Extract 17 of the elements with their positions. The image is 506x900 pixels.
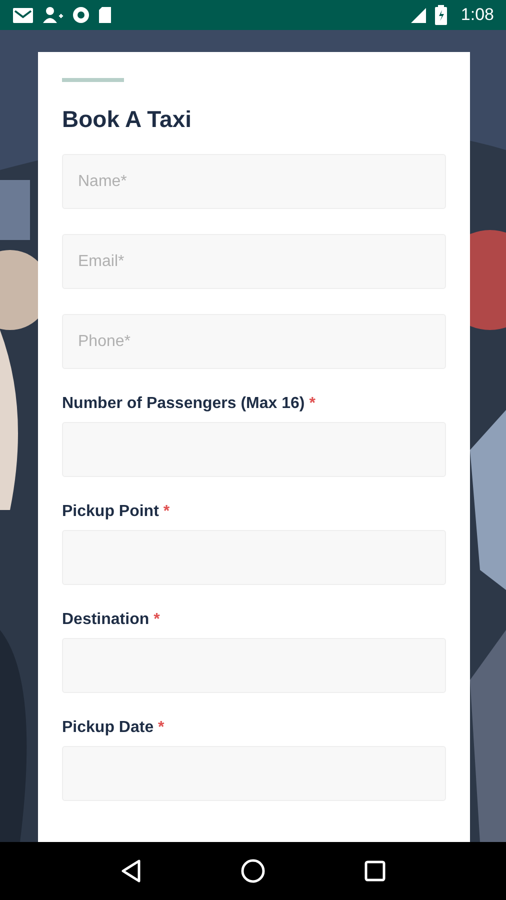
chrome-icon [72, 6, 90, 24]
field-label: Number of Passengers (Max 16) * [62, 394, 316, 414]
battery-icon [434, 5, 447, 25]
recents-icon[interactable] [364, 860, 386, 882]
input-field[interactable]: Name* [62, 154, 446, 209]
input-field[interactable]: Phone* [62, 314, 446, 369]
form-title: Book A Taxi [62, 105, 192, 134]
person-add-icon [42, 6, 64, 24]
field-label: Destination * [62, 610, 161, 630]
back-icon[interactable] [120, 859, 142, 883]
field-label: Pickup Date * [62, 718, 166, 738]
input-field[interactable]: Email* [62, 234, 446, 289]
sd-card-icon [98, 6, 112, 24]
home-icon[interactable] [240, 859, 265, 883]
mail-icon [12, 6, 34, 24]
status-time: 1:08 [460, 5, 494, 25]
field-label: Pickup Point * [62, 502, 171, 522]
